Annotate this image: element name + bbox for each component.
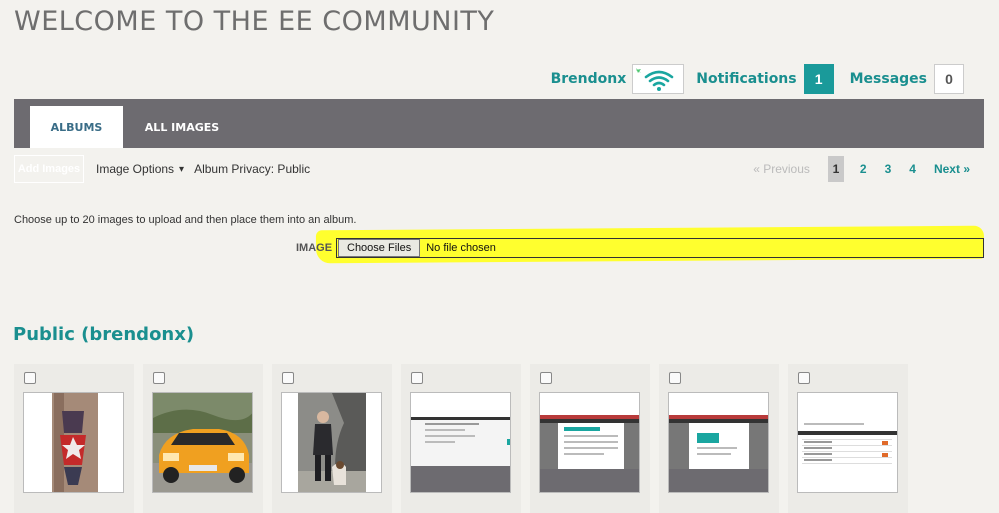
user-bar: Brendonx Notifications 1 Messages 0 [551,64,964,94]
file-status-text: No file chosen [426,242,496,254]
pagination: « Previous 1 2 3 4 Next » [753,155,970,183]
thumbnail-image[interactable] [152,392,253,493]
album-privacy-link[interactable]: Album Privacy: Public [194,162,310,176]
page-title: WELCOME TO THE EE COMMUNITY [14,6,495,37]
thumbnail-image[interactable] [539,392,640,493]
thumbnail-card [272,364,392,513]
thumbnail-image[interactable] [668,392,769,493]
thumbnail-card [401,364,521,513]
thumbnail-card [659,364,779,513]
previous-page-link[interactable]: « Previous [753,162,810,176]
messages-link[interactable]: Messages [850,71,927,87]
notifications-count-badge[interactable]: 1 [803,64,834,94]
page-1-link[interactable]: 1 [827,156,844,182]
album-toolbar: Add Images Image Options ▾ Album Privacy… [14,155,984,183]
thumbnail-image[interactable] [410,392,511,493]
tab-albums[interactable]: ALBUMS [30,106,123,148]
thumbnail-image[interactable] [797,392,898,493]
thumbnail-card [788,364,908,513]
thumbnail-checkbox[interactable] [24,372,36,384]
image-field-label: IMAGE [296,242,333,254]
page-2-link[interactable]: 2 [860,162,867,176]
file-input[interactable]: Choose Files No file chosen [336,238,984,258]
wifi-icon [636,68,674,91]
chevron-down-icon: ▾ [179,163,185,175]
thumbnail-checkbox[interactable] [411,372,423,384]
thumbnail-card [530,364,650,513]
tab-bar: ALBUMS ALL IMAGES [14,99,984,148]
upload-instructions: Choose up to 20 images to upload and the… [14,214,357,226]
image-options-dropdown[interactable]: Image Options ▾ [96,162,184,176]
username-link[interactable]: Brendonx [551,71,627,87]
thumbnail-checkbox[interactable] [153,372,165,384]
thumbnail-grid [14,364,917,513]
thumbnail-card [14,364,134,513]
messages-count-badge[interactable]: 0 [934,64,964,94]
thumbnail-image[interactable] [23,392,124,493]
thumbnail-checkbox[interactable] [669,372,681,384]
add-images-button[interactable]: Add Images [14,155,84,183]
avatar[interactable] [632,64,685,94]
tab-all-images[interactable]: ALL IMAGES [132,106,232,148]
notifications-link[interactable]: Notifications [696,71,796,87]
thumbnail-checkbox[interactable] [282,372,294,384]
page-3-link[interactable]: 3 [885,162,892,176]
thumbnail-checkbox[interactable] [798,372,810,384]
thumbnail-checkbox[interactable] [540,372,552,384]
choose-files-button[interactable]: Choose Files [338,239,421,257]
thumbnail-card [143,364,263,513]
image-options-label: Image Options [96,162,175,176]
thumbnail-image[interactable] [281,392,382,493]
page-4-link[interactable]: 4 [909,162,916,176]
next-page-link[interactable]: Next » [934,162,970,176]
album-title: Public (brendonx) [13,324,195,345]
